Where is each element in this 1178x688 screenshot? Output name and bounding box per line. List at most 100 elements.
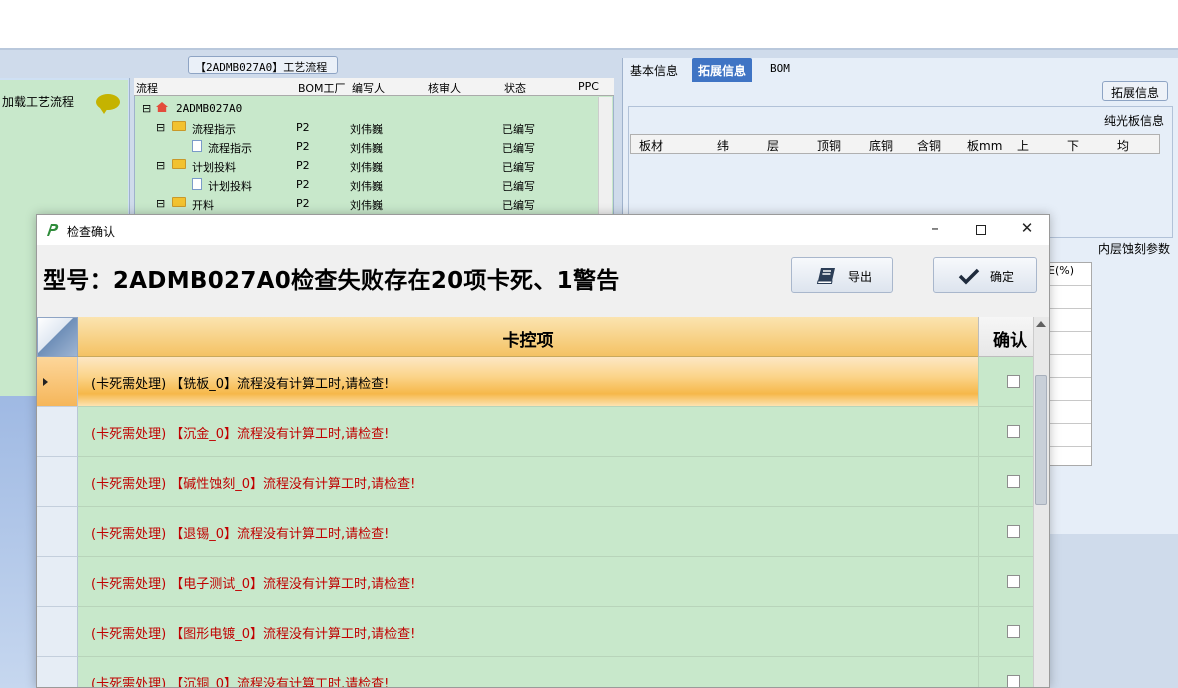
confirm-cell [978,507,1033,557]
tree-node-status: 已编写 [502,161,535,174]
row-header[interactable] [37,407,78,457]
etch-col-label: E(%) [1048,264,1074,277]
maximize-icon [976,225,986,235]
tree-node-factory: P2 [296,197,310,210]
tree-row[interactable]: ⊟ 计划投料 P2 刘伟巍 已编写 [134,157,604,176]
document-icon [192,178,202,190]
row-header[interactable] [37,457,78,507]
folder-icon [172,197,186,207]
board-col[interactable]: 含铜 [917,137,941,154]
tree-node-author: 刘伟巍 [350,161,383,174]
tree-node-factory: P2 [296,159,310,172]
inner-etch-grid [1048,262,1092,466]
table-row[interactable]: (卡死需处理) 【退锡_0】流程没有计算工时,请检查! [37,507,1033,557]
close-button[interactable]: ✕ [1005,219,1049,241]
board-col[interactable]: 板mm [967,137,1002,154]
extended-info-button[interactable]: 拓展信息 [1102,81,1168,101]
row-header[interactable] [37,507,78,557]
export-button[interactable]: 导出 [791,257,893,293]
board-col[interactable]: 层 [767,137,779,154]
tab-extended-info[interactable]: 拓展信息 [692,58,753,82]
grid-header-confirm[interactable]: 确认 [978,317,1033,357]
board-col[interactable]: 均 [1117,137,1129,154]
tree-col-factory[interactable]: BOM工厂 [298,80,346,96]
document-icon [192,140,202,152]
grid-header-check-item[interactable]: 卡控项 [78,317,978,357]
tree-node-label: 2ADMB027A0 [176,102,243,115]
tree-node-label: 流程指示 [208,142,252,155]
tree-col-status[interactable]: 状态 [504,80,526,96]
confirm-cell [978,657,1033,687]
board-col[interactable]: 下 [1067,137,1079,154]
table-row[interactable]: (卡死需处理) 【图形电镀_0】流程没有计算工时,请检查! [37,607,1033,657]
tree-node-author: 刘伟巍 [350,199,383,212]
tab-basic-info[interactable]: 基本信息 [624,58,684,82]
tree-node-label: 流程指示 [192,123,236,136]
dialog-titlebar[interactable] [37,215,1049,245]
tree-col-reviewer[interactable]: 核审人 [428,80,461,96]
collapse-icon[interactable]: ⊟ [156,197,165,210]
board-col[interactable]: 顶铜 [817,137,841,154]
scrollbar-thumb[interactable] [1035,375,1047,505]
collapse-icon[interactable]: ⊟ [142,102,151,115]
confirm-checkbox[interactable] [1007,625,1020,638]
collapse-icon[interactable]: ⊟ [156,159,165,172]
row-header[interactable] [37,607,78,657]
tree-node-author: 刘伟巍 [350,180,383,193]
collapse-icon[interactable]: ⊟ [156,121,165,134]
table-row[interactable]: (卡死需处理) 【电子测试_0】流程没有计算工时,请检查! [37,557,1033,607]
confirm-label: 确定 [990,270,1015,284]
grid-select-all-corner[interactable] [37,317,78,357]
table-row[interactable]: (卡死需处理) 【碱性蚀刻_0】流程没有计算工时,请检查! [37,457,1033,507]
check-item-text: (卡死需处理) 【沉铜_0】流程没有计算工时,请检查! [78,657,978,687]
chat-bubble-icon[interactable] [96,94,120,114]
confirm-checkbox[interactable] [1007,475,1020,488]
tree-node-status: 已编写 [502,142,535,155]
confirm-button[interactable]: 确定 [933,257,1037,293]
confirm-checkbox[interactable] [1007,575,1020,588]
check-item-text: (卡死需处理) 【退锡_0】流程没有计算工时,请检查! [78,507,978,557]
confirm-checkbox[interactable] [1007,525,1020,538]
confirm-cell [978,407,1033,457]
splitter-grip[interactable] [756,50,796,61]
info-panel-lower [1048,534,1178,688]
table-row[interactable]: (卡死需处理) 【沉金_0】流程没有计算工时,请检查! [37,407,1033,457]
confirm-checkbox[interactable] [1007,675,1020,687]
table-row[interactable]: (卡死需处理) 【沉铜_0】流程没有计算工时,请检查! [37,657,1033,687]
row-header[interactable] [37,657,78,687]
tree-col-process[interactable]: 流程 [136,80,158,96]
tree-row[interactable]: 计划投料 P2 刘伟巍 已编写 [134,176,604,195]
tab-bom[interactable]: BOM [764,58,796,82]
load-flow-button[interactable]: 加载工艺流程 [2,93,74,110]
tree-row[interactable]: ⊟ 开料 P2 刘伟巍 已编写 [134,195,604,214]
tree-node-factory: P2 [296,178,310,191]
bare-board-title: 纯光板信息 [1104,114,1165,128]
board-col[interactable]: 底铜 [869,137,893,154]
minimize-button[interactable]: – [913,219,957,241]
check-confirm-dialog: 检查确认 – ✕ 型号：2ADMB027A0检查失败存在20项卡死、1警告 导出… [36,214,1050,688]
board-col[interactable]: 上 [1017,137,1029,154]
board-col[interactable]: 纬 [717,137,729,154]
check-item-text: (卡死需处理) 【图形电镀_0】流程没有计算工时,请检查! [78,607,978,657]
tree-node-status: 已编写 [502,199,535,212]
tree-row[interactable]: 流程指示 P2 刘伟巍 已编写 [134,138,604,157]
process-tree-header: 流程 BOM工厂 编写人 核审人 状态 PPC [134,78,614,96]
export-label: 导出 [848,270,873,284]
bare-board-header: 板材 纬 层 顶铜 底铜 含铜 板mm 上 下 均 [630,134,1160,154]
tree-node-author: 刘伟巍 [350,142,383,155]
table-row[interactable]: (卡死需处理) 【铣板_0】流程没有计算工时,请检查! [37,357,1033,407]
tree-row[interactable]: ⊟ 流程指示 P2 刘伟巍 已编写 [134,119,604,138]
tree-col-ppc[interactable]: PPC [578,80,599,93]
tree-col-author[interactable]: 编写人 [352,80,385,96]
check-item-text: (卡死需处理) 【铣板_0】流程没有计算工时,请检查! [78,357,978,407]
confirm-cell [978,557,1033,607]
tree-row[interactable]: ⊟ 2ADMB027A0 [134,100,604,119]
maximize-button[interactable] [959,219,1003,241]
scroll-up-icon[interactable] [1036,321,1046,327]
row-header[interactable] [37,357,78,407]
row-header[interactable] [37,557,78,607]
board-col[interactable]: 板材 [639,137,663,154]
confirm-checkbox[interactable] [1007,425,1020,438]
checkmark-icon [958,268,980,285]
confirm-checkbox[interactable] [1007,375,1020,388]
